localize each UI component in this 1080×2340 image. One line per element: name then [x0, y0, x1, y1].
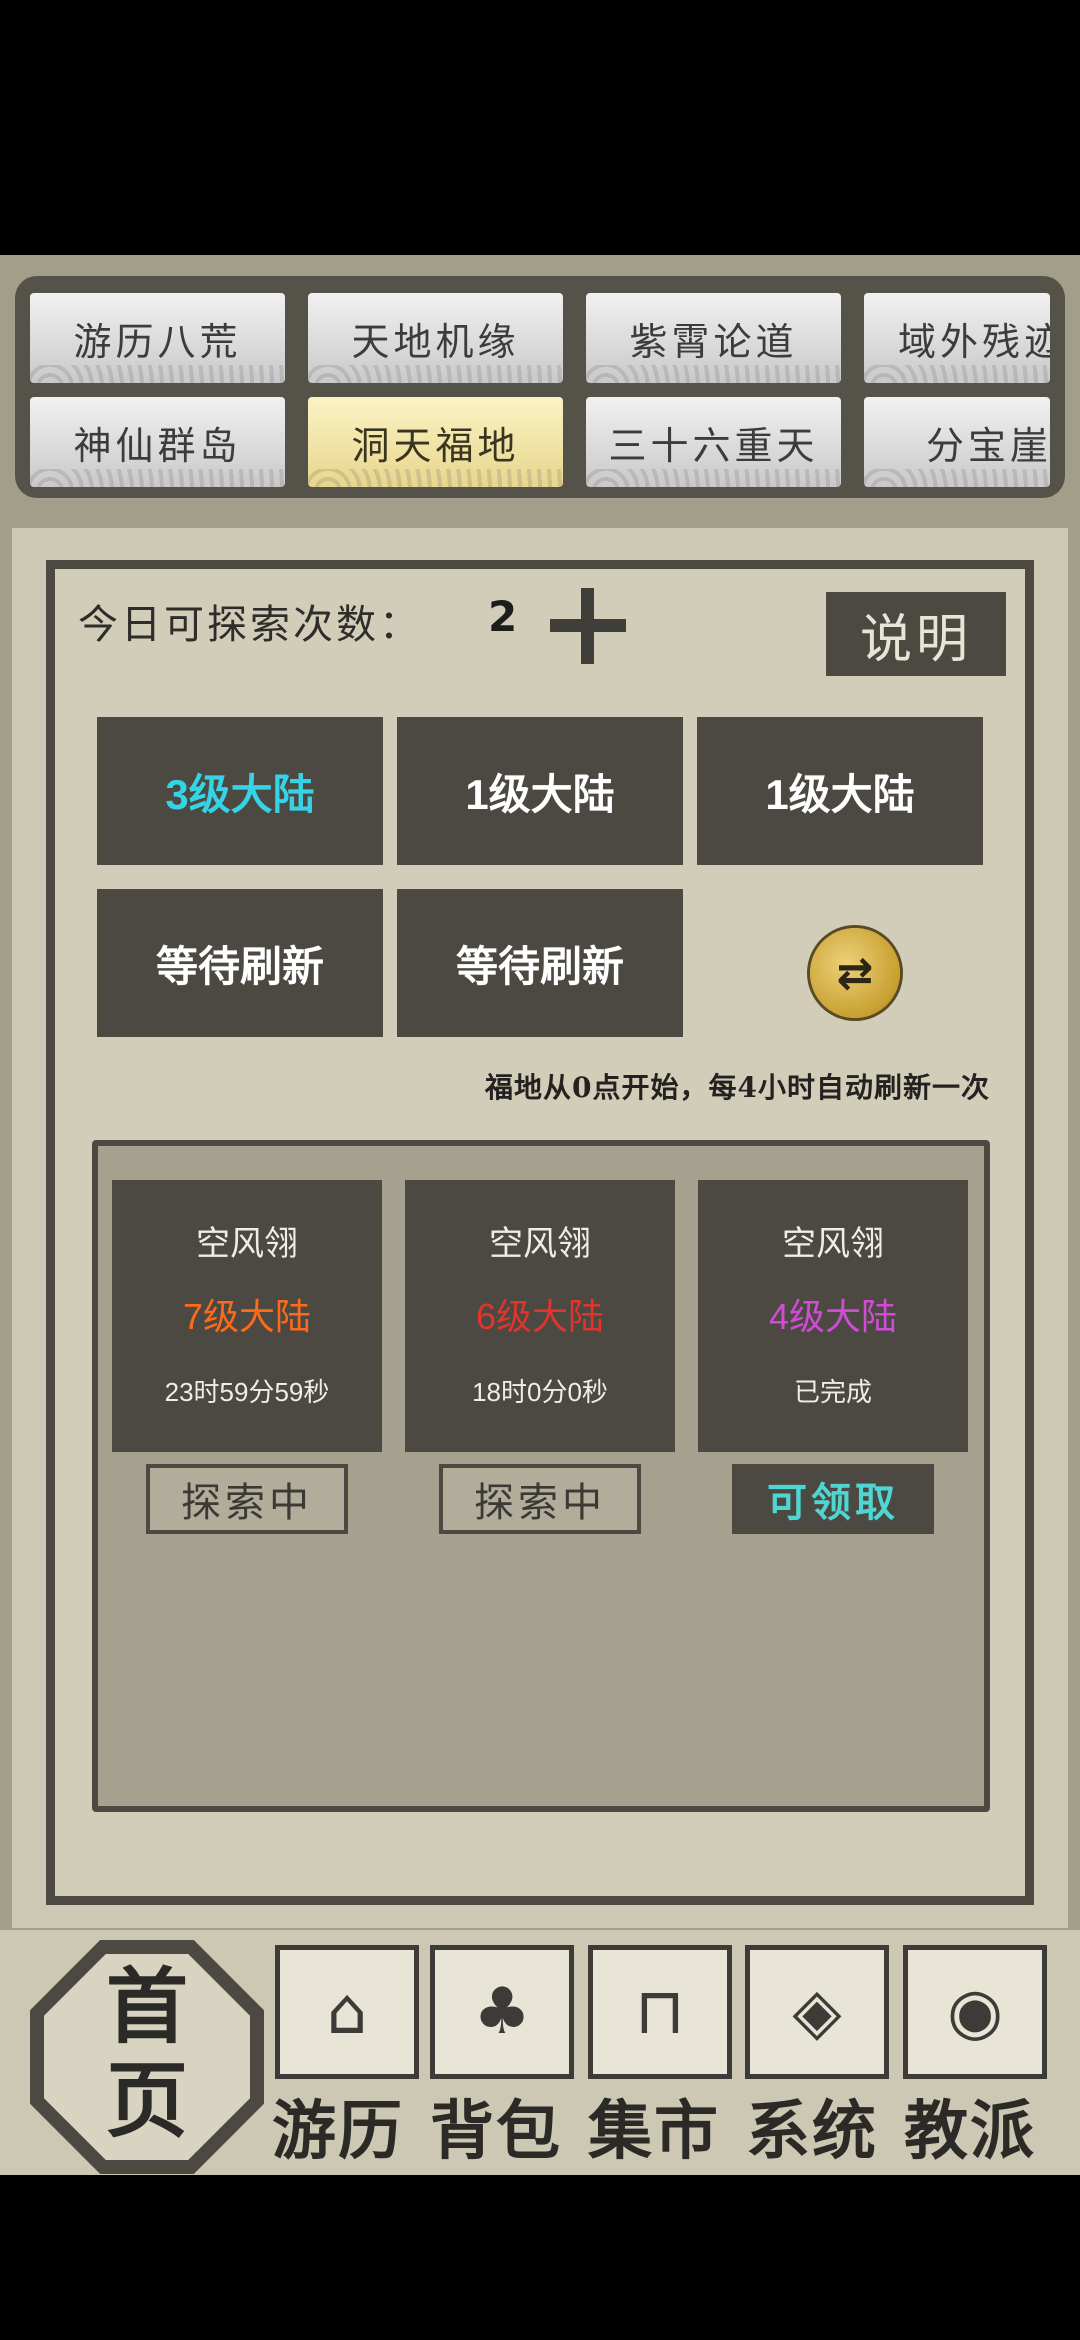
expedition-card: 空风翎 4级大陆 已完成	[698, 1180, 968, 1452]
tab-ruins[interactable]: 域外残迹	[864, 293, 1050, 383]
home-label-top: 首	[105, 1959, 188, 2055]
tab-heavens[interactable]: 三十六重天	[586, 397, 841, 487]
bag-icon[interactable]: ♣	[430, 1945, 574, 2079]
help-button[interactable]: 说明	[826, 592, 1006, 676]
add-explore-button[interactable]	[550, 588, 626, 664]
refresh-coin-icon[interactable]: ⇄	[810, 928, 900, 1018]
nav-label-market[interactable]: 集市	[588, 2080, 720, 2172]
land-button[interactable]: 等待刷新	[97, 889, 383, 1037]
system-icon[interactable]: ◈	[745, 1945, 889, 2079]
land-label: 3级大陆	[165, 770, 315, 818]
expedition-name: 空风翎	[782, 1225, 884, 1263]
exploring-status-button[interactable]: 探索中	[146, 1464, 348, 1534]
tab-blessed-land[interactable]: 洞天福地	[308, 397, 563, 487]
explore-count-label: 今日可探索次数：	[78, 602, 422, 648]
claim-reward-button[interactable]: 可领取	[732, 1464, 934, 1534]
land-label: 1级大陆	[765, 770, 915, 818]
expedition-time: 已完成	[793, 1377, 872, 1407]
expedition-time: 18时0分0秒	[472, 1377, 608, 1407]
expedition-card: 空风翎 7级大陆 23时59分59秒	[112, 1180, 382, 1452]
tab-label: 游历八荒	[73, 319, 242, 364]
expedition-name: 空风翎	[196, 1225, 298, 1263]
tab-label: 分宝崖	[926, 423, 1050, 468]
land-label: 1级大陆	[465, 770, 615, 818]
land-button[interactable]: 1级大陆	[397, 717, 683, 865]
home-label: 首 页	[30, 1960, 264, 2148]
exploring-status-button[interactable]: 探索中	[439, 1464, 641, 1534]
refresh-notice: 福地从0点开始，每4小时自动刷新一次	[485, 1071, 990, 1104]
tab-treasure-cliff[interactable]: 分宝崖	[864, 397, 1050, 487]
tab-travel[interactable]: 游历八荒	[30, 293, 285, 383]
tab-label: 三十六重天	[608, 423, 819, 468]
stall-icon[interactable]: ⊓	[588, 1945, 732, 2079]
expedition-time: 23时59分59秒	[164, 1377, 330, 1407]
land-label: 等待刷新	[155, 942, 324, 990]
tab-debate[interactable]: 紫霄论道	[586, 293, 841, 383]
chest-icon[interactable]: ⌂	[275, 1945, 419, 2079]
sect-icon[interactable]: ◉	[903, 1945, 1047, 2079]
land-button[interactable]: 3级大陆	[97, 717, 383, 865]
land-button[interactable]: 等待刷新	[397, 889, 683, 1037]
explore-count-value: 2	[488, 592, 518, 641]
expedition-level: 4级大陆	[768, 1296, 898, 1337]
land-label: 等待刷新	[455, 942, 624, 990]
tab-label: 洞天福地	[351, 423, 520, 468]
expedition-card: 空风翎 6级大陆 18时0分0秒	[405, 1180, 675, 1452]
expedition-level: 7级大陆	[182, 1296, 312, 1337]
tab-label: 天地机缘	[351, 319, 520, 364]
land-button[interactable]: 1级大陆	[697, 717, 983, 865]
tab-islands[interactable]: 神仙群岛	[30, 397, 285, 487]
home-button[interactable]: 首 页	[30, 1940, 264, 2174]
nav-label-travel[interactable]: 游历	[272, 2080, 404, 2172]
nav-label-bag[interactable]: 背包	[430, 2080, 562, 2172]
nav-label-system[interactable]: 系统	[746, 2080, 878, 2172]
home-label-bottom: 页	[105, 2053, 188, 2149]
tab-label: 域外残迹	[898, 319, 1050, 364]
nav-label-sect[interactable]: 教派	[904, 2080, 1036, 2172]
tab-fortune[interactable]: 天地机缘	[308, 293, 563, 383]
tab-label: 神仙群岛	[73, 423, 242, 468]
expedition-name: 空风翎	[489, 1225, 591, 1263]
expedition-level: 6级大陆	[475, 1296, 605, 1337]
tab-label: 紫霄论道	[629, 319, 798, 364]
